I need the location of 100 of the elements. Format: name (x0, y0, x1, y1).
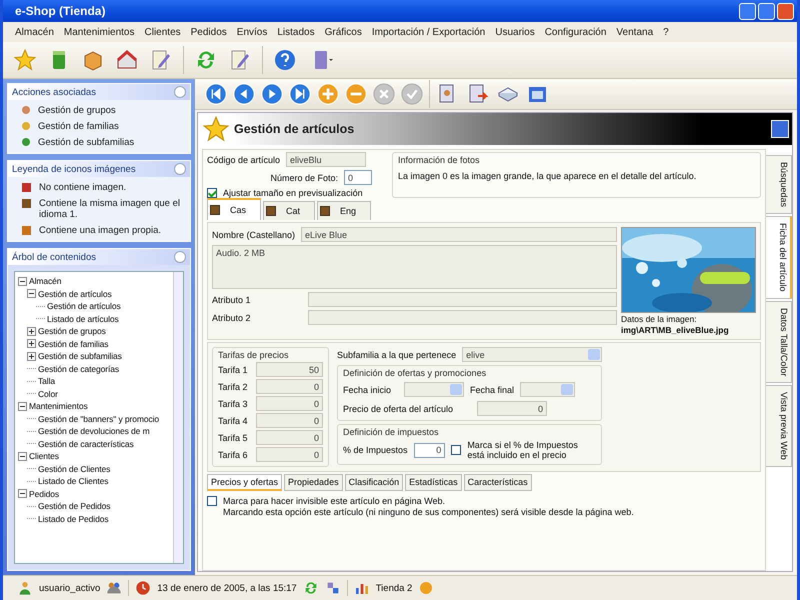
status-store: Tienda 2 (376, 582, 412, 594)
tree-item[interactable]: Gestión de devoluciones de m (38, 426, 150, 436)
menu-item[interactable]: Envíos (236, 26, 268, 38)
menu-item[interactable]: Mantenimientos (64, 26, 134, 38)
tree-item[interactable]: Color (38, 388, 58, 399)
subfamily-dropdown[interactable]: elive (462, 347, 602, 362)
first-icon[interactable] (205, 83, 227, 105)
tree-item[interactable]: Gestión de categorías (38, 364, 120, 374)
tab[interactable]: Precios y ofertas (207, 474, 282, 491)
clock-icon[interactable] (135, 580, 152, 596)
expand-toggle[interactable] (18, 489, 27, 498)
offer-price-field[interactable]: 0 (477, 401, 547, 416)
image-path: img\ART\MB_eliveBlue.jpg (621, 326, 730, 335)
minimize-button[interactable] (739, 2, 756, 20)
language-tab[interactable]: Cat (263, 201, 316, 220)
maximize-button[interactable] (758, 2, 775, 20)
tree-item[interactable]: Gestión de familias (38, 338, 108, 349)
tree-item[interactable]: Gestión de subfamilias (38, 351, 122, 362)
collapse-button[interactable] (174, 163, 186, 175)
description-field[interactable]: Audio. 2 MB (212, 245, 617, 289)
tree-item[interactable]: Gestión de artículos (47, 301, 121, 312)
price-field[interactable]: 50 (256, 362, 323, 377)
price-field[interactable]: 0 (256, 396, 323, 411)
legend-text: Contiene una imagen propia. (39, 225, 162, 236)
menu-item[interactable]: ? (663, 26, 669, 38)
side-tab[interactable]: Búsquedas (766, 155, 792, 214)
last-icon[interactable] (289, 83, 311, 105)
field-label: Fecha final (470, 384, 514, 394)
price-field[interactable]: 0 (256, 430, 323, 445)
name-field[interactable]: eLive Blue (301, 227, 617, 242)
tab[interactable]: Características (464, 474, 532, 491)
side-tab[interactable]: Datos Talla/Color (766, 300, 792, 383)
expand-toggle[interactable] (27, 326, 36, 336)
expand-toggle[interactable] (27, 352, 36, 361)
menu-item[interactable]: Ventana (616, 26, 654, 38)
tab[interactable]: Propiedades (284, 474, 343, 491)
menu-item[interactable]: Usuarios (495, 26, 535, 38)
star-icon[interactable] (13, 48, 37, 72)
price-field[interactable]: 0 (256, 413, 323, 428)
tree-item[interactable]: Pedidos (29, 488, 60, 499)
action-link[interactable]: Gestión de familias (38, 121, 119, 132)
checkbox[interactable] (451, 445, 462, 455)
menu-item[interactable]: Listados (277, 26, 315, 38)
star-icon[interactable] (202, 115, 230, 143)
expand-toggle[interactable] (18, 452, 27, 461)
tree-item[interactable]: Talla (38, 376, 55, 386)
menu-item[interactable]: Importación / Exportación (372, 26, 486, 38)
remove-icon[interactable] (345, 83, 367, 105)
side-tab[interactable]: Ficha del artículo (766, 216, 792, 299)
tax-field[interactable]: 0 (414, 442, 446, 458)
user-icon[interactable] (17, 580, 33, 596)
tree-item[interactable]: Listado de Pedidos (38, 514, 109, 524)
tree-item[interactable]: Gestión de "banners" y promocio (38, 414, 160, 424)
tree-item[interactable]: Gestión de Pedidos (38, 501, 110, 512)
collapse-button[interactable] (174, 86, 186, 98)
scrollbar[interactable] (173, 272, 183, 563)
expand-toggle[interactable] (18, 276, 27, 286)
tree-item[interactable]: Mantenimientos (29, 401, 88, 412)
status-date: 13 de enero de 2005, a las 15:17 (157, 582, 297, 594)
close-button[interactable] (777, 2, 794, 20)
previous-icon[interactable] (233, 83, 255, 105)
expand-toggle[interactable] (27, 339, 36, 348)
price-field[interactable]: 0 (256, 447, 323, 462)
menu-item[interactable]: Configuración (544, 26, 606, 38)
tree-item[interactable]: Listado de Clientes (38, 476, 108, 486)
tree-item[interactable]: Almacén (29, 276, 62, 286)
expand-toggle[interactable] (18, 402, 27, 411)
tree-item[interactable]: Listado de artículos (47, 314, 119, 324)
menu-item[interactable]: Clientes (144, 26, 181, 38)
action-link[interactable]: Gestión de subfamilias (38, 137, 134, 148)
code-field[interactable]: eliveBlu (286, 152, 366, 167)
help-text: Marcando esta opción este artículo (ni ninguno de sus componentes) será visible desde la página web. (223, 507, 634, 518)
tab[interactable]: Estadísticas (405, 474, 462, 491)
tree-item[interactable]: Gestión de características (38, 438, 134, 449)
menu-item[interactable]: Almacén (15, 26, 54, 38)
next-icon[interactable] (261, 83, 283, 105)
expand-toggle[interactable] (27, 289, 36, 298)
language-tab[interactable]: Eng (317, 201, 372, 220)
attribute-field[interactable] (308, 292, 617, 307)
users-icon[interactable] (106, 580, 122, 596)
collapse-button[interactable] (174, 251, 186, 263)
attribute-field[interactable] (308, 310, 617, 325)
tab[interactable]: Clasificación (344, 474, 404, 491)
tree-item[interactable]: Gestión de artículos (38, 288, 112, 299)
refresh-icon[interactable] (302, 580, 319, 596)
price-field[interactable]: 0 (256, 379, 323, 394)
action-link[interactable]: Gestión de grupos (38, 105, 116, 116)
tree-item[interactable]: Clientes (29, 451, 59, 462)
checkbox[interactable] (207, 496, 217, 506)
menu-item[interactable]: Gráficos (324, 26, 362, 38)
help-icon[interactable] (273, 48, 297, 72)
tree-item[interactable]: Gestión de Clientes (38, 464, 110, 474)
menu-item[interactable]: Pedidos (190, 26, 227, 38)
checkbox[interactable] (207, 188, 217, 198)
close-button[interactable] (771, 120, 789, 138)
add-icon[interactable] (317, 83, 339, 105)
side-tab[interactable]: Vista previa Web (766, 384, 792, 467)
photo-number-spinner[interactable]: 0 (344, 170, 372, 185)
tree-item[interactable]: Gestión de grupos (38, 326, 106, 336)
language-tab[interactable]: Cas (207, 198, 262, 220)
